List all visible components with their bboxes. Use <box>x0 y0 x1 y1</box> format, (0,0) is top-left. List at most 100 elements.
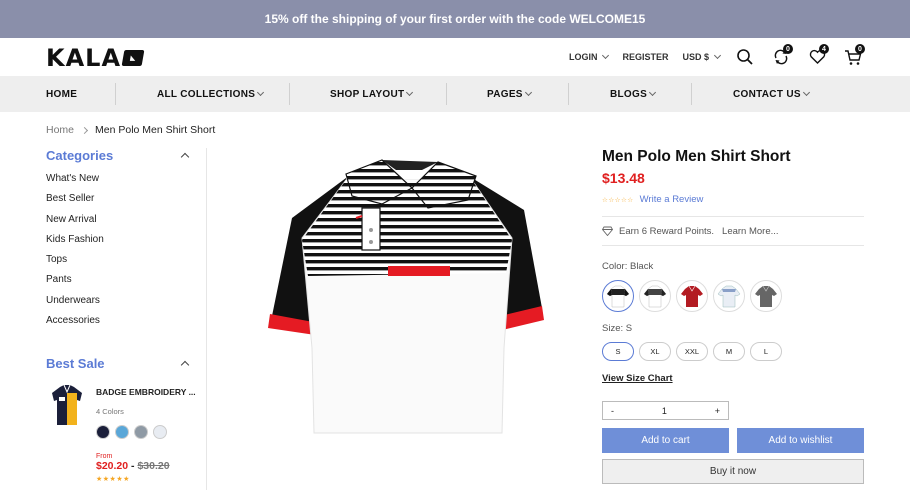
main-nav: HOME ALL COLLECTIONS SHOP LAYOUT PAGES B… <box>0 76 910 112</box>
nav-shop-layout[interactable]: SHOP LAYOUT <box>330 76 414 112</box>
nav-contact-us[interactable]: CONTACT US <box>733 76 810 112</box>
size-option[interactable]: S <box>602 342 634 361</box>
site-header: KALA ◣ LOGIN REGISTER USD $ 0 4 0 <box>0 38 910 76</box>
heart-icon[interactable]: 4 <box>806 44 829 68</box>
category-list: What's New Best Seller New Arrival Kids … <box>46 173 206 335</box>
best-sale-colors-label: 4 Colors <box>96 407 124 416</box>
nav-pages[interactable]: PAGES <box>487 76 532 112</box>
category-item[interactable]: Accessories <box>46 315 206 335</box>
write-review-link[interactable]: Write a Review <box>640 194 704 205</box>
best-sale-swatches <box>96 425 167 439</box>
chevron-down-icon <box>406 88 414 97</box>
best-sale-title: Best Sale <box>46 356 105 371</box>
size-chart-link[interactable]: View Size Chart <box>602 373 673 384</box>
color-swatch[interactable] <box>96 425 110 439</box>
category-item[interactable]: What's New <box>46 173 206 193</box>
categories-header[interactable]: Categories <box>46 148 190 163</box>
qty-decrease-button[interactable]: - <box>611 406 614 416</box>
nav-blogs[interactable]: BLOGS <box>610 76 657 112</box>
color-swatches <box>602 280 864 312</box>
best-sale-header[interactable]: Best Sale <box>46 356 190 371</box>
qty-input[interactable]: 1 <box>662 406 667 416</box>
product-price: $13.48 <box>602 170 645 186</box>
color-swatch-dark-grey[interactable] <box>639 280 671 312</box>
learn-more-link[interactable]: Learn More... <box>722 226 779 237</box>
logo[interactable]: KALA ◣ <box>46 44 145 72</box>
size-option[interactable]: XL <box>639 342 671 361</box>
chevron-down-icon <box>602 51 610 60</box>
nav-home[interactable]: HOME <box>46 76 77 112</box>
chevron-up-icon[interactable] <box>180 152 190 162</box>
nav-divider <box>568 83 569 105</box>
diamond-icon <box>602 226 613 236</box>
product-thumbnail[interactable] <box>50 383 84 429</box>
category-item[interactable]: Underwears <box>46 295 206 315</box>
reward-text: Earn 6 Reward Points. <box>619 225 715 237</box>
category-item[interactable]: Pants <box>46 274 206 294</box>
nav-all-collections-label: ALL COLLECTIONS <box>157 88 256 100</box>
product-title: Men Polo Men Shirt Short <box>602 148 791 165</box>
product-info: Men Polo Men Shirt Short $13.48 ☆☆☆☆☆ Wr… <box>602 148 864 484</box>
categories-title: Categories <box>46 148 114 163</box>
review-row: ☆☆☆☆☆ Write a Review <box>602 194 864 205</box>
cart-icon[interactable]: 0 <box>842 44 865 68</box>
compare-icon[interactable]: 0 <box>770 44 793 68</box>
color-swatch[interactable] <box>134 425 148 439</box>
nav-all-collections[interactable]: ALL COLLECTIONS <box>157 76 265 112</box>
best-sale-current-price: $20.20 <box>96 460 129 472</box>
chevron-down-icon <box>802 88 810 97</box>
size-option[interactable]: XXL <box>676 342 708 361</box>
size-option[interactable]: M <box>713 342 745 361</box>
nav-divider <box>691 83 692 105</box>
sidebar-divider <box>206 148 207 490</box>
category-item[interactable]: Kids Fashion <box>46 234 206 254</box>
price-dash: - <box>131 460 135 472</box>
best-sale-price: $20.20 - $30.20 <box>96 460 170 472</box>
chevron-down-icon <box>649 88 657 97</box>
divider <box>602 216 864 217</box>
best-sale-old-price: $30.20 <box>137 460 170 472</box>
category-item[interactable]: Tops <box>46 254 206 274</box>
breadcrumb-home[interactable]: Home <box>46 124 74 136</box>
action-buttons: Add to cart Add to wishlist <box>602 428 864 453</box>
nav-home-label: HOME <box>46 88 78 100</box>
color-swatch[interactable] <box>153 425 167 439</box>
currency-select[interactable]: USD $ <box>682 51 722 62</box>
best-sale-rating: ★★★★★ <box>96 476 130 483</box>
login-link[interactable]: LOGIN <box>568 51 610 62</box>
nav-contact-us-label: CONTACT US <box>733 88 801 100</box>
product-main-image[interactable] <box>262 148 552 438</box>
best-sale-product[interactable]: BADGE EMBROIDERY ... 4 Colors From $20.2… <box>46 383 206 490</box>
size-label: Size: S <box>602 323 633 334</box>
login-label: LOGIN <box>568 52 598 62</box>
register-link[interactable]: REGISTER <box>622 52 668 62</box>
register-label: REGISTER <box>622 52 669 62</box>
logo-badge-icon: ◣ <box>121 50 145 66</box>
chevron-down-icon <box>257 88 265 97</box>
size-options: S XL XXL M L <box>602 342 864 361</box>
category-item[interactable]: Best Seller <box>46 193 206 213</box>
size-option[interactable]: L <box>750 342 782 361</box>
divider <box>602 245 864 246</box>
best-sale-name[interactable]: BADGE EMBROIDERY ... <box>96 387 206 397</box>
promo-text: 15% off the shipping of your first order… <box>264 12 646 26</box>
add-to-wishlist-button[interactable]: Add to wishlist <box>737 428 864 453</box>
add-to-cart-button[interactable]: Add to cart <box>602 428 729 453</box>
color-swatch-white[interactable] <box>713 280 745 312</box>
chevron-up-icon[interactable] <box>180 360 190 370</box>
color-swatch[interactable] <box>115 425 129 439</box>
currency-label: USD $ <box>682 52 709 62</box>
search-icon[interactable] <box>734 46 756 68</box>
sidebar-categories: Categories What's New Best Seller New Ar… <box>46 148 206 335</box>
category-item[interactable]: New Arrival <box>46 214 206 234</box>
color-swatch-red[interactable] <box>676 280 708 312</box>
qty-increase-button[interactable]: + <box>715 406 720 416</box>
nav-shop-layout-label: SHOP LAYOUT <box>330 88 405 100</box>
chevron-down-icon <box>524 88 532 97</box>
quantity-stepper: - 1 + <box>602 401 729 420</box>
color-swatch-black[interactable] <box>602 280 634 312</box>
nav-blogs-label: BLOGS <box>610 88 648 100</box>
buy-now-button[interactable]: Buy it now <box>602 459 864 484</box>
breadcrumb: Home Men Polo Men Shirt Short <box>46 124 215 136</box>
color-swatch-grey[interactable] <box>750 280 782 312</box>
